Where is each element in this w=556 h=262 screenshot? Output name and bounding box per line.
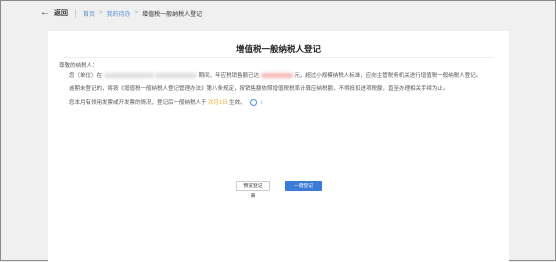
notice-paragraph-1: 您（单位）在 期间，年应税销售额已达 元，超过小规模纳税人标准，应向主管税务机关… [69, 72, 482, 79]
registration-card: 增值税一般纳税人登记 尊敬的纳税人： 您（单位）在 期间，年应税销售额已达 元，… [48, 31, 509, 262]
title-divider [64, 57, 493, 58]
redacted-period [155, 72, 198, 78]
breadcrumb-home[interactable]: 首页 [83, 9, 95, 18]
back-button[interactable]: ← 返回 [40, 8, 68, 18]
one-click-register-button[interactable]: 一键登记 [285, 181, 322, 191]
page-title: 增值税一般纳税人登记 [235, 44, 321, 54]
breadcrumb-separator: > [134, 10, 139, 16]
top-bar: ← 返回 首页 > 我的待办 > 增值税一般纳税人登记 [1, 1, 555, 25]
effective-date: 次月1日 [208, 99, 228, 106]
breadcrumb-current: 增值税一般纳税人登记 [142, 11, 203, 18]
back-label: 返回 [54, 10, 68, 17]
arrow-left-icon: ← [40, 7, 50, 18]
info-icon[interactable]: i [250, 98, 262, 106]
notice-body: 尊敬的纳税人： 您（单位）在 期间，年应税销售额已达 元，超过小规模纳税人标准，… [59, 62, 499, 108]
redacted-amount [260, 72, 293, 78]
greeting: 尊敬的纳税人： [59, 63, 98, 69]
preview-form-button[interactable]: 预览登记表 [236, 181, 270, 199]
redacted-period [103, 72, 154, 78]
notice-paragraph-3: 您本月有领用发票或开发票的情况，登记后一般纳税人于 次月1日 生效。 i [69, 98, 263, 106]
breadcrumb-separator: > [99, 10, 103, 16]
divider [75, 8, 76, 18]
breadcrumb-todo[interactable]: 我的待办 [107, 9, 131, 18]
notice-paragraph-2: 逾期未登记的，将按《增值税一般纳税人登记管理办法》第八条规定，按销售额依照增值税… [69, 86, 449, 92]
